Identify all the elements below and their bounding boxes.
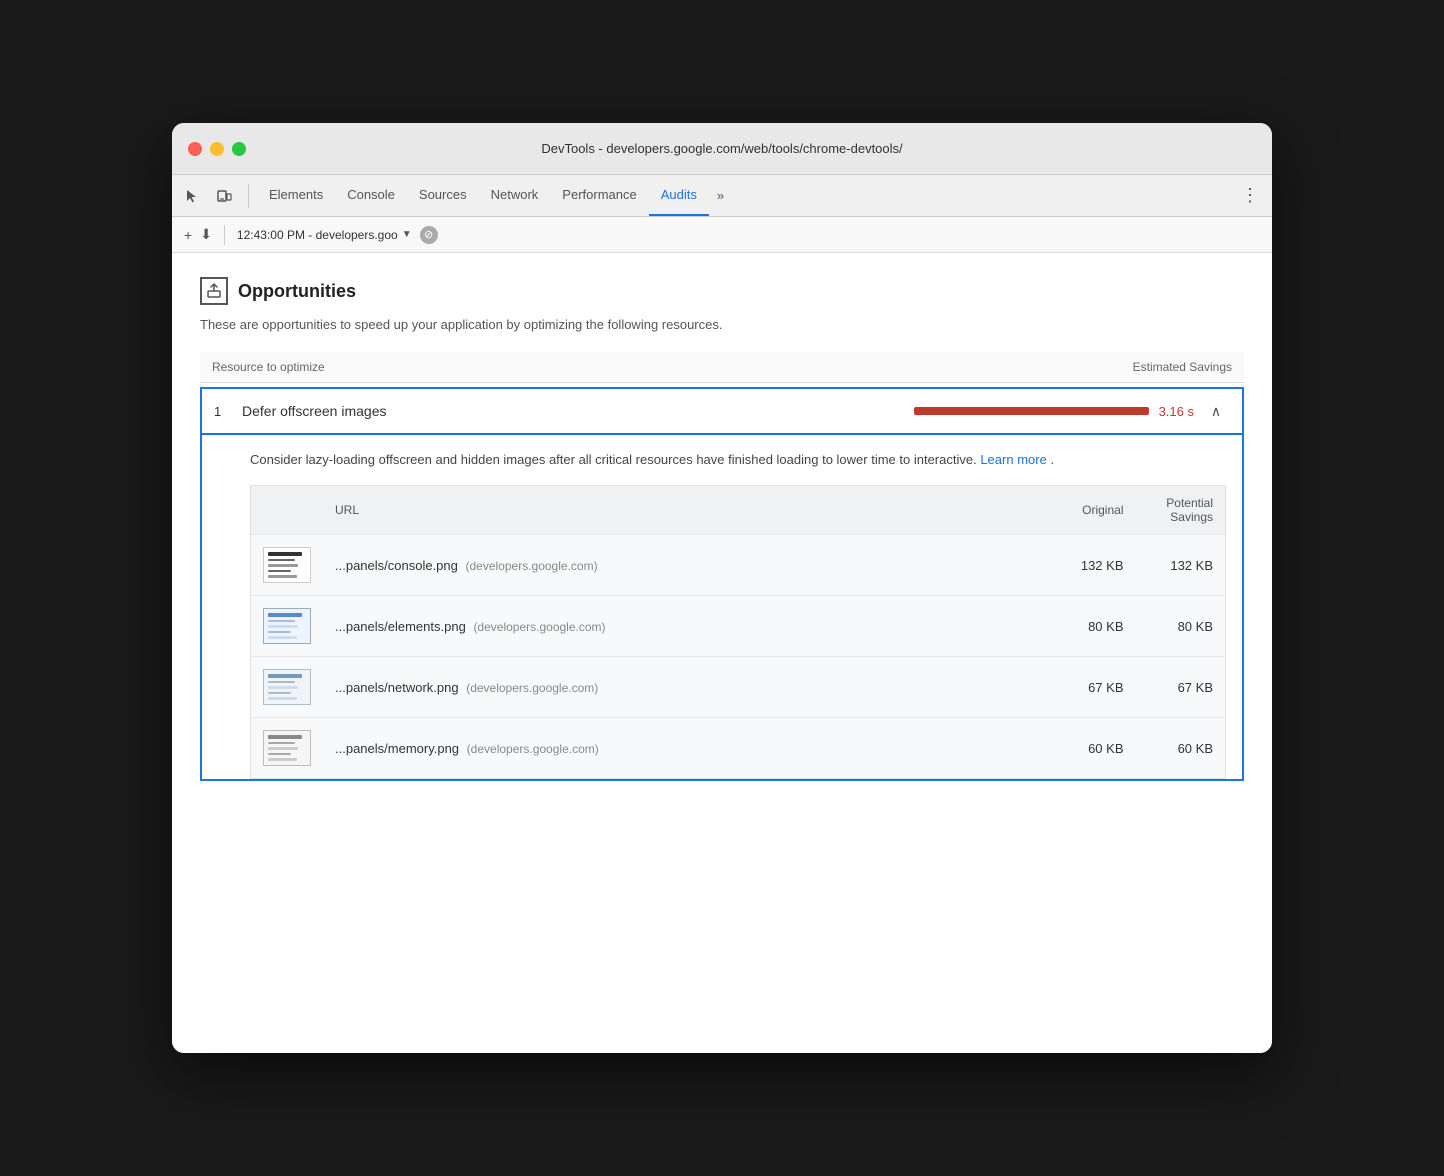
col-original-header: Original xyxy=(1046,486,1136,535)
col-savings-header-inner: Potential Savings xyxy=(1136,486,1226,535)
url-text: 12:43:00 PM - developers.goo xyxy=(237,228,398,242)
opportunity-row[interactable]: 1 Defer offscreen images 3.16 s ∧ xyxy=(200,387,1244,435)
col-savings-header: Estimated Savings xyxy=(1052,360,1232,374)
opportunity-description: Consider lazy-loading offscreen and hidd… xyxy=(250,449,1226,471)
col-thumb-header xyxy=(251,486,324,535)
block-icon[interactable]: ⊘ xyxy=(420,226,438,244)
url-domain: (developers.google.com) xyxy=(466,681,598,695)
download-icon[interactable]: ⬇ xyxy=(200,226,212,243)
location-bar: + ⬇ 12:43:00 PM - developers.goo ▼ ⊘ xyxy=(172,217,1272,253)
menu-dots-button[interactable]: ⋮ xyxy=(1236,182,1264,210)
url-text: ...panels/network.png xyxy=(335,680,459,695)
thumb-cell xyxy=(251,596,324,657)
savings-size: 132 KB xyxy=(1136,535,1226,596)
url-cell: ...panels/console.png (developers.google… xyxy=(323,535,1046,596)
section-title: Opportunities xyxy=(238,281,356,302)
url-cell: ...panels/elements.png (developers.googl… xyxy=(323,596,1046,657)
expand-collapse-button[interactable]: ∧ xyxy=(1202,399,1230,423)
tab-sources[interactable]: Sources xyxy=(407,175,479,216)
opportunity-label: Defer offscreen images xyxy=(242,403,914,419)
original-size: 60 KB xyxy=(1046,718,1136,779)
url-domain: (developers.google.com) xyxy=(466,559,598,573)
opportunity-number: 1 xyxy=(214,404,242,419)
cursor-icon[interactable] xyxy=(180,184,204,208)
devtools-tabs-bar: Elements Console Sources Network Perform… xyxy=(172,175,1272,217)
col-resource-header: Resource to optimize xyxy=(212,360,1052,374)
export-icon xyxy=(200,277,228,305)
separator xyxy=(224,225,225,245)
url-cell: ...panels/memory.png (developers.google.… xyxy=(323,718,1046,779)
devtools-menu: ⋮ xyxy=(1236,182,1264,210)
resource-table-row: ...panels/console.png (developers.google… xyxy=(251,535,1226,596)
thumb-cell xyxy=(251,657,324,718)
original-size: 80 KB xyxy=(1046,596,1136,657)
url-dropdown[interactable]: ▼ xyxy=(402,229,412,240)
window-controls xyxy=(188,142,246,156)
url-text: ...panels/console.png xyxy=(335,558,458,573)
minimize-button[interactable] xyxy=(210,142,224,156)
thumb-cell xyxy=(251,535,324,596)
opportunity-bar xyxy=(914,407,1149,415)
opportunity-value: 3.16 s xyxy=(1159,404,1194,419)
tab-network[interactable]: Network xyxy=(479,175,551,216)
col-url-header: URL xyxy=(323,486,1046,535)
savings-size: 67 KB xyxy=(1136,657,1226,718)
tabs-list: Elements Console Sources Network Perform… xyxy=(257,175,732,216)
url-cell: ...panels/network.png (developers.google… xyxy=(323,657,1046,718)
url-display: 12:43:00 PM - developers.goo ▼ xyxy=(237,228,412,242)
resource-table-row: ...panels/memory.png (developers.google.… xyxy=(251,718,1226,779)
section-description: These are opportunities to speed up your… xyxy=(200,317,1244,332)
original-size: 132 KB xyxy=(1046,535,1136,596)
resource-table-row: ...panels/network.png (developers.google… xyxy=(251,657,1226,718)
section-header: Opportunities xyxy=(200,277,1244,305)
table-header: Resource to optimize Estimated Savings xyxy=(200,352,1244,383)
window-title: DevTools - developers.google.com/web/too… xyxy=(541,141,902,156)
titlebar: DevTools - developers.google.com/web/too… xyxy=(172,123,1272,175)
resource-table-row: ...panels/elements.png (developers.googl… xyxy=(251,596,1226,657)
resource-table-header: URL Original Potential Savings xyxy=(251,486,1226,535)
learn-more-link[interactable]: Learn more xyxy=(980,452,1046,467)
opportunity-detail: Consider lazy-loading offscreen and hidd… xyxy=(200,435,1244,781)
toolbar-icons xyxy=(180,184,249,208)
url-domain: (developers.google.com) xyxy=(473,620,605,634)
content-area: Opportunities These are opportunities to… xyxy=(172,253,1272,1053)
browser-window: DevTools - developers.google.com/web/too… xyxy=(172,123,1272,1053)
tab-audits[interactable]: Audits xyxy=(649,175,709,216)
device-icon[interactable] xyxy=(212,184,236,208)
opportunity-bar-section: 3.16 s xyxy=(914,404,1194,419)
savings-size: 80 KB xyxy=(1136,596,1226,657)
url-text: ...panels/elements.png xyxy=(335,619,466,634)
close-button[interactable] xyxy=(188,142,202,156)
maximize-button[interactable] xyxy=(232,142,246,156)
savings-size: 60 KB xyxy=(1136,718,1226,779)
tab-more[interactable]: » xyxy=(709,175,732,216)
tab-console[interactable]: Console xyxy=(335,175,407,216)
url-text: ...panels/memory.png xyxy=(335,741,459,756)
url-domain: (developers.google.com) xyxy=(467,742,599,756)
add-icon[interactable]: + xyxy=(184,227,192,243)
tab-elements[interactable]: Elements xyxy=(257,175,335,216)
tab-performance[interactable]: Performance xyxy=(550,175,648,216)
thumb-cell xyxy=(251,718,324,779)
original-size: 67 KB xyxy=(1046,657,1136,718)
resource-table: URL Original Potential Savings ...panels… xyxy=(250,485,1226,779)
